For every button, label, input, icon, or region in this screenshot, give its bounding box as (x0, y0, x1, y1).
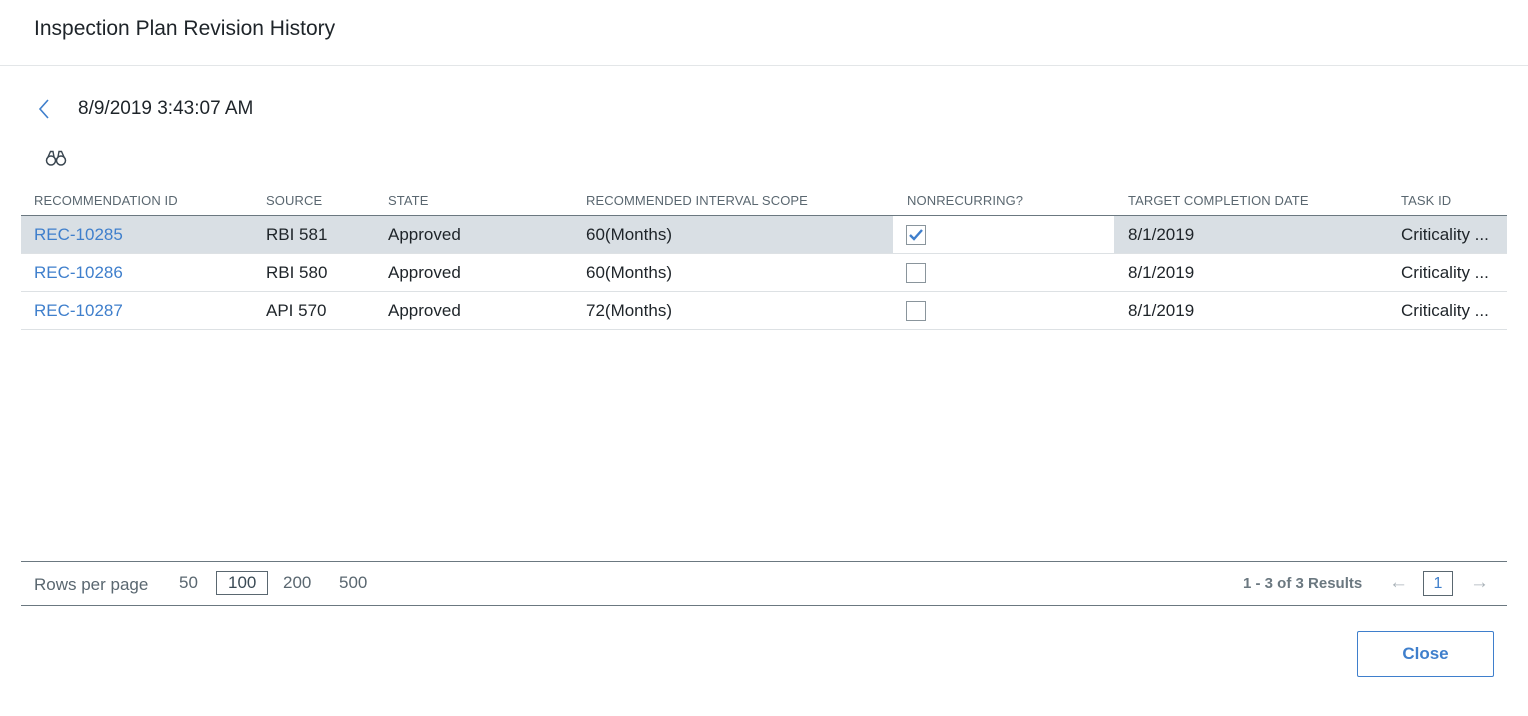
nonrecurring-cell (893, 292, 1114, 329)
column-header-nonrecurring[interactable]: NONRECURRING? (907, 193, 1023, 208)
results-count: 1 - 3 of 3 Results (1243, 575, 1363, 592)
state-cell: Approved (388, 263, 461, 282)
previous-page-button[interactable]: ← (1389, 572, 1408, 594)
source-cell: RBI 581 (266, 225, 328, 244)
page-size-500[interactable]: 500 (339, 573, 367, 593)
table-row[interactable]: REC-10285 RBI 581 Approved 60(Months) 8/… (21, 216, 1507, 254)
next-page-button[interactable]: → (1470, 572, 1489, 594)
binoculars-icon (45, 150, 67, 166)
interval-scope-cell: 60(Months) (586, 263, 672, 282)
close-button[interactable]: Close (1357, 631, 1494, 677)
page-size-200[interactable]: 200 (283, 573, 311, 593)
nonrecurring-cell (893, 216, 1114, 253)
source-cell: API 570 (266, 301, 327, 320)
page-size-100[interactable]: 100 (216, 571, 269, 595)
current-page-button[interactable]: 1 (1423, 571, 1453, 596)
target-date-cell: 8/1/2019 (1128, 263, 1195, 282)
nonrecurring-checkbox[interactable] (906, 224, 926, 245)
arrow-right-icon: → (1470, 572, 1489, 593)
state-cell: Approved (388, 301, 461, 320)
revision-nav: 8/9/2019 3:43:07 AM (34, 94, 253, 124)
table-row[interactable]: REC-10286 RBI 580 Approved 60(Months) 8/… (21, 254, 1507, 292)
chevron-left-icon (38, 99, 49, 119)
checkmark-icon (909, 228, 923, 241)
target-date-cell: 8/1/2019 (1128, 301, 1195, 320)
column-header-target-date[interactable]: TARGET COMPLETION DATE (1128, 193, 1309, 208)
task-id-cell: Criticality ... (1401, 301, 1489, 320)
nonrecurring-checkbox[interactable] (906, 262, 926, 283)
task-id-cell: Criticality ... (1401, 263, 1489, 282)
recommendation-id-link[interactable]: REC-10286 (34, 263, 123, 283)
column-header-state[interactable]: STATE (388, 193, 428, 208)
dialog-title: Inspection Plan Revision History (34, 16, 336, 40)
find-button[interactable] (45, 149, 67, 169)
pagination-bar: Rows per page 50 100 200 500 1 - 3 of 3 … (21, 561, 1507, 606)
nonrecurring-checkbox[interactable] (906, 300, 926, 321)
dialog-header: Inspection Plan Revision History (0, 0, 1528, 66)
interval-scope-cell: 72(Months) (586, 301, 672, 320)
nonrecurring-cell (893, 254, 1114, 291)
target-date-cell: 8/1/2019 (1128, 225, 1195, 244)
source-cell: RBI 580 (266, 263, 328, 282)
column-header-recommendation-id[interactable]: RECOMMENDATION ID (34, 193, 178, 208)
table-row[interactable]: REC-10287 API 570 Approved 72(Months) 8/… (21, 292, 1507, 330)
column-header-interval-scope[interactable]: RECOMMENDED INTERVAL SCOPE (586, 193, 808, 208)
recommendation-id-link[interactable]: REC-10287 (34, 301, 123, 321)
state-cell: Approved (388, 225, 461, 244)
rows-per-page-label: Rows per page (34, 575, 149, 594)
column-header-source[interactable]: SOURCE (266, 193, 322, 208)
revision-date: 8/9/2019 3:43:07 AM (78, 98, 254, 119)
recommendations-grid: RECOMMENDATION ID SOURCE STATE RECOMMEND… (21, 182, 1507, 330)
interval-scope-cell: 60(Months) (586, 225, 672, 244)
arrow-left-icon: ← (1389, 572, 1408, 593)
recommendation-id-link[interactable]: REC-10285 (34, 225, 123, 245)
page-size-50[interactable]: 50 (179, 573, 198, 593)
column-header-task-id[interactable]: TASK ID (1401, 193, 1451, 208)
back-button[interactable] (34, 94, 54, 124)
task-id-cell: Criticality ... (1401, 225, 1489, 244)
revision-history-dialog: Inspection Plan Revision History 8/9/201… (0, 0, 1528, 716)
grid-header: RECOMMENDATION ID SOURCE STATE RECOMMEND… (21, 182, 1507, 216)
